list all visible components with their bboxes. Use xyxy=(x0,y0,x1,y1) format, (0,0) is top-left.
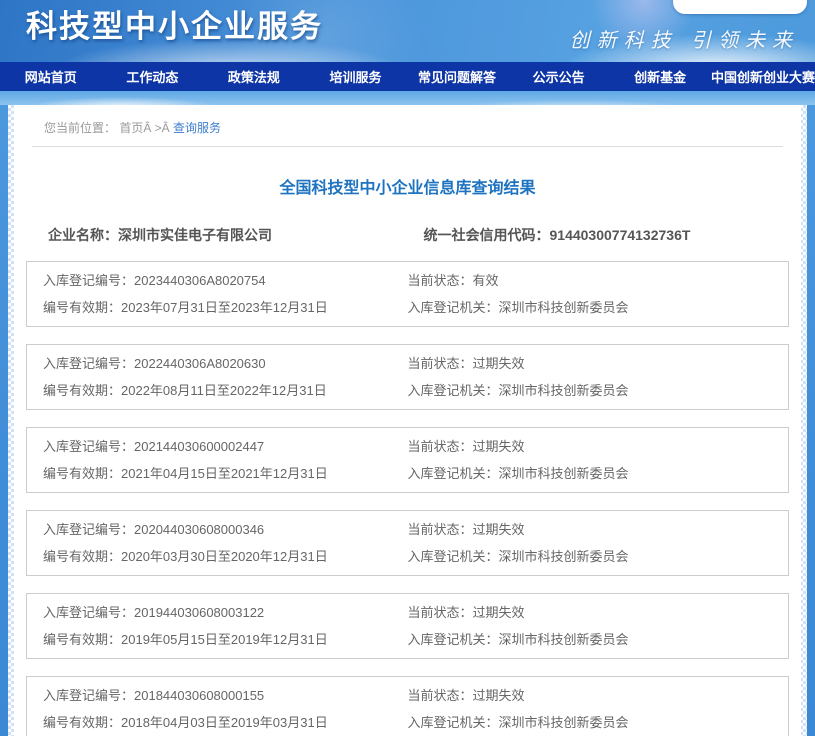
breadcrumb-divider xyxy=(32,146,783,147)
header-search-input[interactable] xyxy=(673,0,815,14)
breadcrumb-prefix: 您当前位置： 首页Â >Â xyxy=(44,121,173,135)
company-name-value: 深圳市实佳电子有限公司 xyxy=(118,227,272,243)
page-title: 全国科技型中小企业信息库查询结果 xyxy=(20,174,795,198)
record-status: 当前状态：过期失效 xyxy=(408,522,789,538)
status-value: 过期失效 xyxy=(473,439,525,454)
record-card: 入库登记编号：201944030608003122 编号有效期：2019年05月… xyxy=(26,593,789,659)
record-card-right: 当前状态：过期失效 入库登记机关：深圳市科技创新委员会 xyxy=(408,688,789,731)
record-validity: 编号有效期：2022年08月11日至2022年12月31日 xyxy=(43,383,408,399)
nav-item-training[interactable]: 培训服务 xyxy=(305,62,407,91)
record-status: 当前状态：过期失效 xyxy=(408,605,789,621)
record-authority: 入库登记机关：深圳市科技创新委员会 xyxy=(408,549,789,565)
record-card-left: 入库登记编号：202144030600002447 编号有效期：2021年04月… xyxy=(27,439,408,482)
nav-item-policy[interactable]: 政策法规 xyxy=(203,62,305,91)
company-name-label: 企业名称： xyxy=(48,227,118,243)
record-card: 入库登记编号：2023440306A8020754 编号有效期：2023年07月… xyxy=(26,261,789,327)
breadcrumb-link-query-service[interactable]: 查询服务 xyxy=(173,121,221,135)
record-reg-no: 入库登记编号：201944030608003122 xyxy=(43,605,408,621)
nav-item-faq[interactable]: 常见问题解答 xyxy=(406,62,508,91)
banner-slogan: 创新科技 引领未来 xyxy=(570,24,799,53)
record-card-left: 入库登记编号：2022440306A8020630 编号有效期：2022年08月… xyxy=(27,356,408,399)
record-card: 入库登记编号：2022440306A8020630 编号有效期：2022年08月… xyxy=(26,344,789,410)
status-value: 过期失效 xyxy=(473,356,525,371)
record-card-right: 当前状态：过期失效 入库登记机关：深圳市科技创新委员会 xyxy=(408,356,789,399)
record-card-right: 当前状态：有效 入库登记机关：深圳市科技创新委员会 xyxy=(408,273,789,316)
site-title: 科技型中小企业服务 xyxy=(26,1,323,46)
status-value: 过期失效 xyxy=(473,522,525,537)
banner-sky-strip xyxy=(0,91,815,105)
nav-item-fund[interactable]: 创新基金 xyxy=(609,62,711,91)
record-validity: 编号有效期：2020年03月30日至2020年12月31日 xyxy=(43,549,408,565)
record-authority: 入库登记机关：深圳市科技创新委员会 xyxy=(408,715,789,731)
record-validity: 编号有效期：2019年05月15日至2019年12月31日 xyxy=(43,632,408,648)
record-card-left: 入库登记编号：201944030608003122 编号有效期：2019年05月… xyxy=(27,605,408,648)
record-authority: 入库登记机关：深圳市科技创新委员会 xyxy=(408,466,789,482)
record-card-left: 入库登记编号：2023440306A8020754 编号有效期：2023年07月… xyxy=(27,273,408,316)
nav-item-competition[interactable]: 中国创新创业大赛 xyxy=(711,62,815,91)
record-card: 入库登记编号：201844030608000155 编号有效期：2018年04月… xyxy=(26,676,789,736)
record-card: 入库登记编号：202044030608000346 编号有效期：2020年03月… xyxy=(26,510,789,576)
nav-item-announce[interactable]: 公示公告 xyxy=(508,62,610,91)
content-panel: 您当前位置： 首页Â >Â 查询服务 全国科技型中小企业信息库查询结果 企业名称… xyxy=(14,105,801,736)
nav-item-home[interactable]: 网站首页 xyxy=(0,62,102,91)
nav-item-news[interactable]: 工作动态 xyxy=(102,62,204,91)
content-frame: 您当前位置： 首页Â >Â 查询服务 全国科技型中小企业信息库查询结果 企业名称… xyxy=(8,105,807,736)
record-authority: 入库登记机关：深圳市科技创新委员会 xyxy=(408,632,789,648)
record-card-right: 当前状态：过期失效 入库登记机关：深圳市科技创新委员会 xyxy=(408,522,789,565)
status-value: 有效 xyxy=(473,273,499,288)
record-authority: 入库登记机关：深圳市科技创新委员会 xyxy=(408,383,789,399)
header-search-box[interactable] xyxy=(673,0,807,14)
record-reg-no: 入库登记编号：202044030608000346 xyxy=(43,522,408,538)
record-validity: 编号有效期：2023年07月31日至2023年12月31日 xyxy=(43,300,408,316)
credit-code-label: 统一社会信用代码： xyxy=(424,227,550,243)
record-status: 当前状态：过期失效 xyxy=(408,688,789,704)
record-status: 当前状态：过期失效 xyxy=(408,439,789,455)
company-name: 企业名称：深圳市实佳电子有限公司 xyxy=(32,225,408,245)
record-card-right: 当前状态：过期失效 入库登记机关：深圳市科技创新委员会 xyxy=(408,439,789,482)
status-value: 过期失效 xyxy=(473,688,525,703)
record-status: 当前状态：有效 xyxy=(408,273,789,289)
company-credit-code: 统一社会信用代码：91440300774132736T xyxy=(408,225,784,245)
record-card-left: 入库登记编号：201844030608000155 编号有效期：2018年04月… xyxy=(27,688,408,731)
main-nav: 网站首页 工作动态 政策法规 培训服务 常见问题解答 公示公告 创新基金 中国创… xyxy=(0,62,815,91)
record-reg-no: 入库登记编号：201844030608000155 xyxy=(43,688,408,704)
record-reg-no: 入库登记编号：2023440306A8020754 xyxy=(43,273,408,289)
credit-code-value: 91440300774132736T xyxy=(550,227,691,243)
site-banner: 科技型中小企业服务 创新科技 引领未来 xyxy=(0,0,815,62)
record-card-right: 当前状态：过期失效 入库登记机关：深圳市科技创新委员会 xyxy=(408,605,789,648)
record-list: 入库登记编号：2023440306A8020754 编号有效期：2023年07月… xyxy=(26,261,789,736)
record-authority: 入库登记机关：深圳市科技创新委员会 xyxy=(408,300,789,316)
record-status: 当前状态：过期失效 xyxy=(408,356,789,372)
record-card: 入库登记编号：202144030600002447 编号有效期：2021年04月… xyxy=(26,427,789,493)
record-reg-no: 入库登记编号：202144030600002447 xyxy=(43,439,408,455)
status-value: 过期失效 xyxy=(473,605,525,620)
breadcrumb: 您当前位置： 首页Â >Â 查询服务 xyxy=(20,105,795,146)
company-info-row: 企业名称：深圳市实佳电子有限公司 统一社会信用代码：91440300774132… xyxy=(32,225,783,245)
record-validity: 编号有效期：2018年04月03日至2019年03月31日 xyxy=(43,715,408,731)
record-card-left: 入库登记编号：202044030608000346 编号有效期：2020年03月… xyxy=(27,522,408,565)
record-reg-no: 入库登记编号：2022440306A8020630 xyxy=(43,356,408,372)
record-validity: 编号有效期：2021年04月15日至2021年12月31日 xyxy=(43,466,408,482)
